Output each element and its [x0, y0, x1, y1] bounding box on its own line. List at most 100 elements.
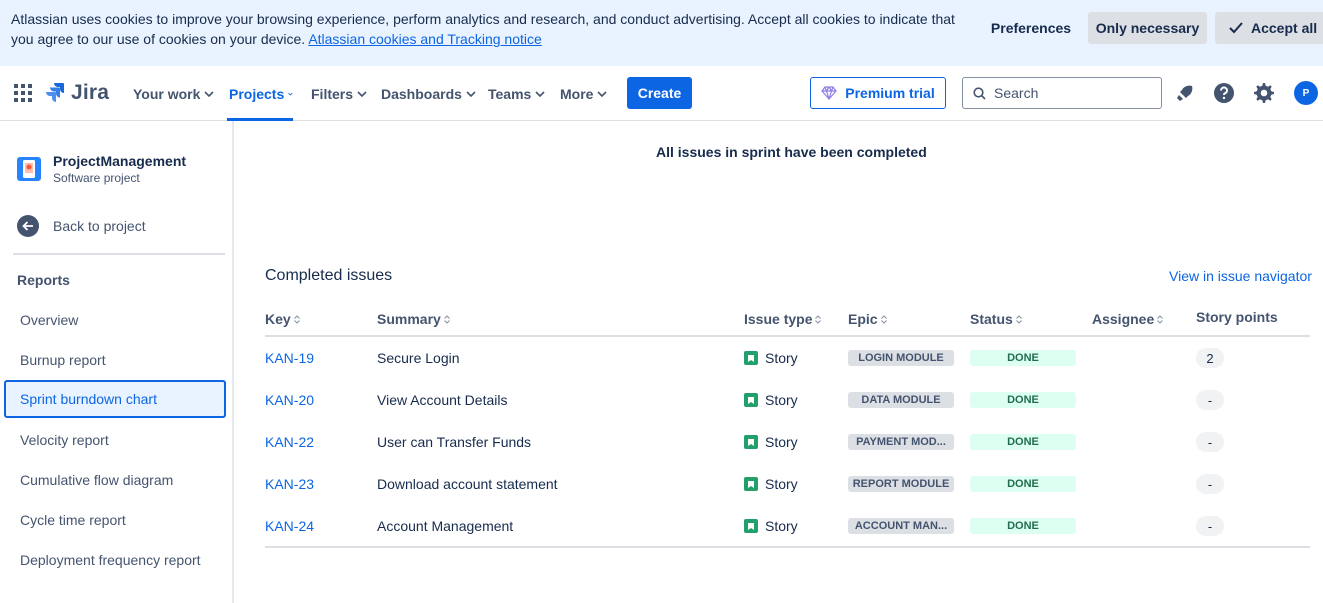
avatar[interactable]: P — [1294, 81, 1318, 105]
nav-label: Filters — [311, 85, 354, 102]
column-label: Key — [265, 311, 291, 327]
sidebar-item-cycle-time-report[interactable]: Cycle time report — [4, 501, 226, 539]
top-navigation: Jira Your work Projects Filters Dashboar… — [0, 66, 1323, 121]
issue-summary: Secure Login — [377, 350, 460, 366]
sidebar-item-sprint-burndown-chart[interactable]: Sprint burndown chart — [4, 380, 226, 418]
story-icon — [744, 477, 758, 491]
notifications-icon[interactable] — [1173, 81, 1197, 105]
project-type: Software project — [53, 171, 140, 185]
epic-lozenge: REPORT MODULE — [848, 476, 954, 492]
status-badge: DONE — [970, 518, 1076, 534]
table-row: KAN-20 View Account Details Story DATA M… — [265, 379, 1310, 421]
check-icon — [1229, 22, 1243, 34]
nav-label: Your work — [133, 85, 201, 102]
premium-trial-label: Premium trial — [845, 85, 935, 101]
nav-your-work[interactable]: Your work — [133, 66, 214, 121]
story-icon — [744, 435, 758, 449]
section-title: Completed issues — [265, 267, 393, 284]
issue-key-link[interactable]: KAN-23 — [265, 463, 314, 505]
issue-key-link[interactable]: KAN-24 — [265, 505, 314, 547]
column-header-assignee[interactable]: Assignee — [1092, 311, 1164, 327]
story-icon — [744, 351, 758, 365]
column-header-key[interactable]: Key — [265, 311, 300, 327]
epic-lozenge: ACCOUNT MAN... — [848, 518, 954, 534]
status-badge: DONE — [970, 392, 1076, 408]
chevron-down-icon — [535, 90, 545, 97]
sort-icon — [815, 314, 822, 324]
story-points-badge: - — [1196, 432, 1224, 452]
help-icon[interactable] — [1212, 81, 1236, 105]
column-label: Assignee — [1092, 311, 1155, 327]
issue-type: Story — [744, 463, 798, 505]
story-icon — [744, 519, 758, 533]
column-header-status[interactable]: Status — [970, 311, 1022, 327]
issue-type: Story — [744, 337, 798, 379]
settings-icon[interactable] — [1252, 81, 1276, 105]
create-button[interactable]: Create — [627, 77, 692, 109]
table-bottom-divider — [265, 546, 1310, 548]
search-icon — [973, 86, 986, 100]
reports-heading: Reports — [17, 272, 70, 288]
status-badge: DONE — [970, 350, 1076, 366]
sort-icon — [443, 314, 450, 324]
jira-logo[interactable]: Jira — [45, 81, 109, 105]
sort-icon — [1157, 314, 1164, 324]
story-points-badge: - — [1196, 390, 1224, 410]
nav-projects[interactable]: Projects — [227, 66, 293, 121]
issue-type-label: Story — [765, 392, 798, 408]
app-name: Jira — [71, 81, 110, 104]
nav-filters[interactable]: Filters — [311, 66, 367, 121]
issue-key-link[interactable]: KAN-19 — [265, 337, 314, 379]
chevron-down-icon — [466, 90, 476, 97]
sidebar-item-cumulative-flow-diagram[interactable]: Cumulative flow diagram — [4, 461, 226, 499]
search-input[interactable] — [994, 85, 1144, 101]
column-header-story-points[interactable]: Story points — [1196, 309, 1278, 325]
cookie-notice-link[interactable]: Atlassian cookies and Tracking notice — [308, 31, 541, 47]
issue-type-label: Story — [765, 476, 798, 492]
sprint-completed-message: All issues in sprint have been completed — [656, 144, 927, 160]
table-row: KAN-19 Secure Login Story LOGIN MODULE D… — [265, 337, 1310, 379]
column-header-epic[interactable]: Epic — [848, 311, 887, 327]
back-to-project-link[interactable]: Back to project — [17, 215, 146, 237]
issue-type-label: Story — [765, 434, 798, 450]
status-badge: DONE — [970, 476, 1076, 492]
epic-lozenge: DATA MODULE — [848, 392, 954, 408]
issue-summary: View Account Details — [377, 392, 508, 408]
column-header-summary[interactable]: Summary — [377, 311, 450, 327]
sort-icon — [880, 314, 887, 324]
chevron-down-icon — [357, 90, 367, 97]
chevron-down-icon — [597, 90, 608, 97]
issue-summary: User can Transfer Funds — [377, 434, 532, 450]
sidebar-divider — [13, 253, 225, 255]
chevron-down-icon — [204, 90, 214, 97]
column-label: Issue type — [744, 311, 813, 327]
nav-more[interactable]: More — [560, 66, 608, 121]
only-necessary-button[interactable]: Only necessary — [1088, 12, 1207, 44]
project-name: ProjectManagement — [53, 153, 187, 169]
search-box[interactable] — [962, 77, 1162, 109]
epic-lozenge: LOGIN MODULE — [848, 350, 954, 366]
cookie-banner: Atlassian uses cookies to improve your b… — [0, 0, 1323, 66]
accept-all-button[interactable]: Accept all — [1215, 12, 1323, 44]
nav-dashboards[interactable]: Dashboards — [381, 66, 476, 121]
story-points-badge: 2 — [1196, 348, 1224, 368]
column-label: Epic — [848, 311, 878, 327]
nav-teams[interactable]: Teams — [488, 66, 545, 121]
sidebar-item-overview[interactable]: Overview — [4, 301, 226, 339]
column-header-issue-type[interactable]: Issue type — [744, 311, 822, 327]
status-badge: DONE — [970, 434, 1076, 450]
issue-type: Story — [744, 379, 798, 421]
premium-trial-button[interactable]: Premium trial — [810, 77, 946, 109]
sidebar-item-deployment-frequency-report[interactable]: Deployment frequency report — [4, 541, 226, 579]
view-in-issue-navigator-link[interactable]: View in issue navigator — [1169, 268, 1312, 284]
sort-icon — [1015, 314, 1022, 324]
issue-key-link[interactable]: KAN-20 — [265, 379, 314, 421]
app-switcher-icon[interactable] — [13, 83, 33, 103]
issue-key-link[interactable]: KAN-22 — [265, 421, 314, 463]
sidebar-item-burnup-report[interactable]: Burnup report — [4, 341, 226, 379]
preferences-button[interactable]: Preferences — [982, 12, 1080, 44]
sidebar-item-velocity-report[interactable]: Velocity report — [4, 421, 226, 459]
cookie-message: Atlassian uses cookies to improve your b… — [11, 9, 971, 49]
column-label: Status — [970, 311, 1013, 327]
issue-type-label: Story — [765, 518, 798, 534]
